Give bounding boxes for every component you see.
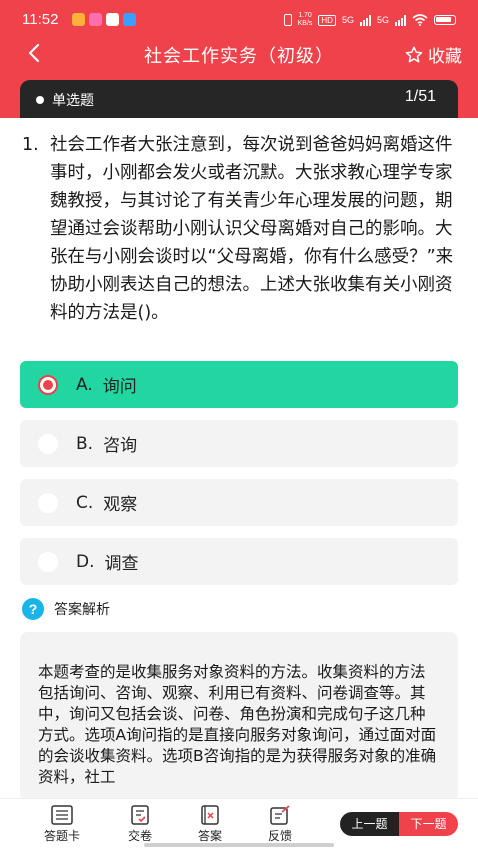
option-text: 观察 — [103, 495, 138, 515]
star-icon — [405, 46, 423, 62]
option-c[interactable]: C. 观察 — [20, 479, 458, 526]
network-speed: 1.70 KB/s — [298, 12, 313, 28]
analysis-text: 本题考查的是收集服务对象资料的方法。收集资料的方法包括询问、咨询、观察、利用已有… — [38, 663, 437, 786]
analysis-panel[interactable]: 本题考查的是收集服务对象资料的方法。收集资料的方法包括询问、咨询、观察、利用已有… — [20, 632, 458, 802]
vibrate-icon — [283, 14, 292, 26]
option-text: 调查 — [104, 554, 139, 574]
question-number: 1. — [22, 135, 39, 155]
option-key: A. — [76, 374, 93, 395]
signal-2-icon — [395, 14, 406, 26]
option-d[interactable]: D. 调查 — [20, 538, 458, 585]
question-type-label: 单选题 — [52, 93, 94, 109]
option-b[interactable]: B. 咨询 — [20, 420, 458, 467]
radio-icon — [38, 492, 58, 513]
status-indicators: 1.70 KB/s HD 5G 5G — [283, 12, 456, 28]
battery-icon — [434, 15, 456, 25]
option-a[interactable]: A. 询问 — [20, 361, 458, 408]
app-notification-icon — [123, 13, 136, 26]
app-notification-icon — [89, 13, 102, 26]
signal-2-label: 5G — [376, 15, 389, 25]
answer-button[interactable]: 答案 — [180, 805, 240, 844]
wifi-icon — [412, 14, 428, 26]
bullet-icon — [36, 96, 44, 104]
options-list: A. 询问 B. 咨询 C. 观察 D. 调查 — [20, 361, 458, 597]
option-text: 咨询 — [103, 436, 138, 456]
radio-icon — [38, 374, 58, 395]
question-progress: 1/51 — [404, 88, 436, 105]
radio-icon — [38, 551, 58, 572]
answer-card-button[interactable]: 答题卡 — [32, 805, 92, 844]
status-bar: 11:52 1.70 KB/s HD 5G 5G — [0, 0, 478, 40]
option-key: C. — [76, 492, 94, 513]
question-bar: 单选题 1/51 — [20, 80, 458, 118]
app-notification-icon — [72, 13, 85, 26]
analysis-title: 答案解析 — [54, 602, 110, 618]
submit-label: 交卷 — [127, 829, 152, 843]
feedback-edit-icon — [270, 805, 290, 825]
app-notification-icon — [106, 13, 119, 26]
favorite-label: 收藏 — [428, 47, 462, 67]
option-key: B. — [76, 433, 94, 454]
option-key: D. — [76, 551, 95, 572]
next-question-button[interactable]: 下一题 — [399, 812, 458, 836]
submit-button[interactable]: 交卷 — [110, 805, 170, 844]
network-speed-unit: KB/s — [297, 20, 313, 27]
answer-card-icon — [51, 805, 73, 825]
signal-1-icon — [359, 14, 371, 26]
submit-paper-icon — [131, 805, 149, 825]
prev-question-button[interactable]: 上一题 — [340, 812, 399, 836]
question-type: 单选题 — [36, 90, 94, 110]
favorite-button[interactable]: 收藏 — [404, 42, 462, 67]
question-mark-icon: ? — [22, 598, 44, 620]
feedback-label: 反馈 — [267, 829, 292, 843]
feedback-button[interactable]: 反馈 — [250, 805, 310, 844]
signal-1-label: 5G — [341, 15, 354, 25]
home-indicator[interactable] — [144, 843, 334, 847]
notification-icons — [72, 13, 136, 26]
option-text: 询问 — [102, 377, 137, 397]
network-speed-value: 1.70 — [298, 12, 312, 19]
answer-label: 答案 — [197, 829, 222, 843]
radio-icon — [38, 433, 58, 454]
answer-book-icon — [201, 805, 219, 825]
analysis-header: ? 答案解析 — [22, 598, 110, 620]
hd-badge: HD — [318, 14, 336, 26]
header: 11:52 1.70 KB/s HD 5G 5G 社会工作实务（初级） 收藏 单… — [0, 0, 478, 118]
question-text: 社会工作者大张注意到，每次说到爸爸妈妈离婚这件事时，小刚都会发火或者沉默。大张求… — [50, 135, 454, 323]
status-time: 11:52 — [22, 11, 59, 28]
answer-card-label: 答题卡 — [43, 829, 80, 843]
question-stem: 1. 社会工作者大张注意到，每次说到爸爸妈妈离婚这件事时，小刚都会发火或者沉默。… — [22, 131, 458, 327]
question-nav-buttons: 上一题 下一题 — [340, 812, 458, 836]
